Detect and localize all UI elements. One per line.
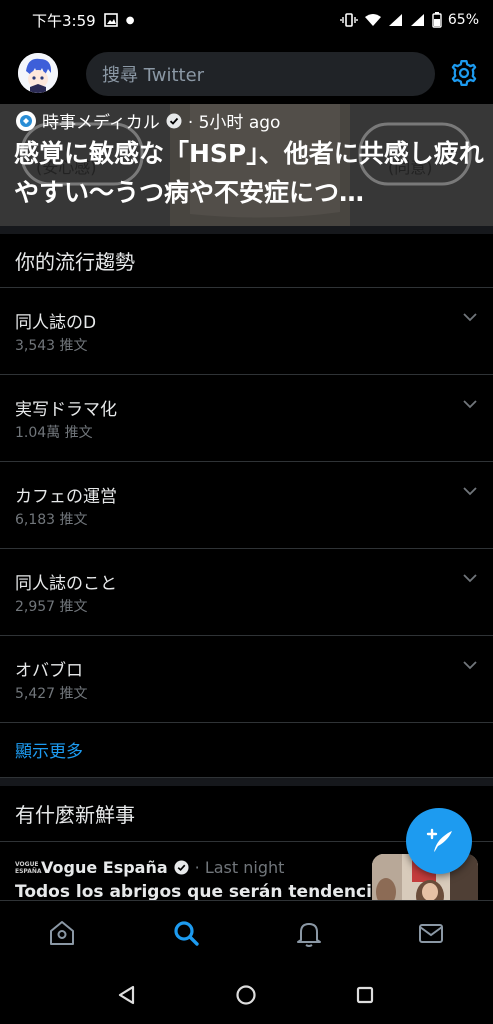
search-placeholder: 搜尋 Twitter <box>102 65 205 86</box>
gallery-notification-icon <box>103 13 118 27</box>
trend-item[interactable]: オバブロ 5,427 推文 <box>0 636 493 723</box>
home-icon[interactable] <box>47 918 77 948</box>
trend-item[interactable]: カフェの運営 6,183 推文 <box>0 462 493 549</box>
featured-time: · 5小时 ago <box>187 113 281 133</box>
gear-icon[interactable] <box>449 58 479 88</box>
featured-title: 感覚に敏感な「HSP」、他者に共感し疲れやすい〜うつ病や不安症につ… <box>14 139 484 207</box>
trend-item[interactable]: 同人誌のD 3,543 推文 <box>0 288 493 375</box>
verified-badge-icon <box>174 860 189 875</box>
status-time: 下午3:59 <box>32 11 96 30</box>
mail-icon[interactable] <box>416 918 446 948</box>
chevron-down-icon[interactable] <box>462 660 478 670</box>
signal-2-icon <box>410 14 424 26</box>
trend-count: 5,427 推文 <box>15 686 88 702</box>
search-input[interactable]: 搜尋 Twitter <box>86 52 435 96</box>
chevron-down-icon[interactable] <box>462 399 478 409</box>
show-more-text: 顯示更多 <box>15 742 83 762</box>
trend-title: 同人誌のこと <box>15 574 117 594</box>
news-meta: VOGUE ESPAÑA Vogue España · Last night <box>15 858 284 877</box>
trend-title: 同人誌のD <box>15 313 97 333</box>
chevron-down-icon[interactable] <box>462 312 478 322</box>
compose-tweet-button[interactable] <box>406 808 472 874</box>
signal-icon <box>388 14 402 26</box>
top-bar: 搜尋 Twitter <box>0 44 493 104</box>
featured-source: 時事メディカル <box>42 113 160 133</box>
avatar[interactable] <box>18 53 58 93</box>
bell-icon[interactable] <box>294 918 324 948</box>
bottom-nav <box>0 900 493 966</box>
section-divider <box>0 778 493 786</box>
trend-title: オバブロ <box>15 661 83 681</box>
verified-badge-icon <box>166 113 182 128</box>
status-bar: 下午3:59 ● 65% <box>0 0 493 40</box>
featured-news-banner[interactable]: (安心感) (同意) 時事メディカル · 5小时 ago 感覚に敏感な「HSP」… <box>0 104 493 226</box>
trend-item[interactable]: 実写ドラマ化 1.04萬 推文 <box>0 375 493 462</box>
show-more-link[interactable]: 顯示更多 <box>0 722 493 778</box>
search-icon[interactable] <box>171 918 201 948</box>
trend-count: 2,957 推文 <box>15 599 88 615</box>
trend-title: カフェの運営 <box>15 487 117 507</box>
trends-heading-text: 你的流行趨勢 <box>15 250 135 274</box>
section-divider <box>0 226 493 234</box>
trend-count: 6,183 推文 <box>15 512 88 528</box>
featured-meta: 時事メディカル · 5小时 ago <box>16 108 280 133</box>
chevron-down-icon[interactable] <box>462 573 478 583</box>
battery-icon <box>432 12 442 28</box>
back-icon[interactable] <box>116 984 138 1006</box>
trend-title: 実写ドラマ化 <box>15 400 117 420</box>
wifi-icon <box>364 14 381 26</box>
notification-dot-icon: ● <box>125 14 135 26</box>
news-source-logo: VOGUE ESPAÑA <box>15 860 42 875</box>
news-time: · Last night <box>194 858 285 877</box>
news-source: Vogue España <box>41 858 168 877</box>
chevron-down-icon[interactable] <box>462 486 478 496</box>
battery-percent: 65% <box>447 12 479 28</box>
compose-tweet-icon <box>426 828 452 852</box>
avatar-image <box>18 53 58 93</box>
source-logo-icon <box>16 110 36 131</box>
trend-item[interactable]: 同人誌のこと 2,957 推文 <box>0 549 493 636</box>
recents-icon[interactable] <box>354 984 376 1006</box>
trends-heading: 你的流行趨勢 <box>0 234 493 288</box>
android-nav-bar <box>0 966 493 1024</box>
trend-count: 3,543 推文 <box>15 338 88 354</box>
news-title: Todos los abrigos que serán tendencia <box>15 882 384 900</box>
trend-count: 1.04萬 推文 <box>15 425 93 441</box>
news-heading-text: 有什麼新鮮事 <box>15 803 135 827</box>
home-circle-icon[interactable] <box>235 984 257 1006</box>
vibrate-icon <box>340 13 358 27</box>
